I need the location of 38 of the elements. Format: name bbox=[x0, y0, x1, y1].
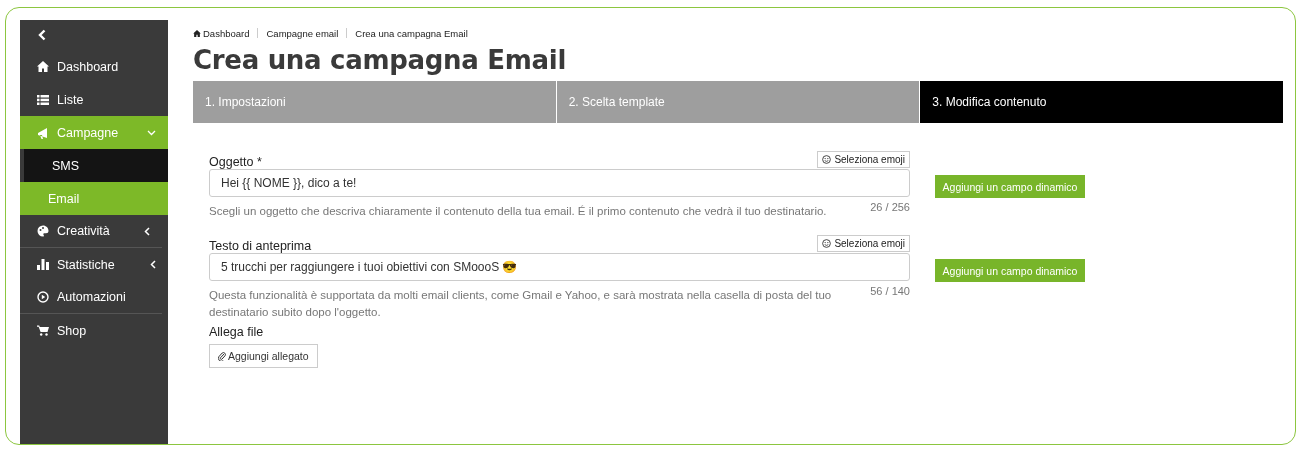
field-label: Allega file bbox=[209, 325, 265, 339]
palette-icon bbox=[37, 225, 49, 237]
list-icon bbox=[37, 94, 49, 105]
smiley-icon bbox=[822, 239, 832, 248]
breadcrumb-link[interactable]: Crea una campagna Email bbox=[355, 27, 468, 39]
megaphone-icon bbox=[37, 126, 49, 139]
page-title: Crea una campagna Email bbox=[193, 45, 567, 75]
input-field[interactable]: Hei {{ NOME }}, dico a te! bbox=[209, 169, 910, 197]
character-counter: 56 / 140 bbox=[870, 285, 910, 297]
sidebar-item[interactable]: Dashboard bbox=[20, 50, 168, 83]
cart-icon bbox=[37, 325, 49, 336]
add-attachment-button[interactable]: Aggiungi allegato bbox=[209, 344, 318, 368]
bar-chart-icon bbox=[37, 259, 49, 270]
play-circle-icon bbox=[37, 291, 49, 303]
field-label: Oggetto * bbox=[209, 155, 262, 169]
sidebar-item[interactable]: Liste bbox=[20, 83, 168, 116]
caret-left-icon bbox=[150, 260, 156, 269]
wizard-step-tab[interactable]: 3. Modifica contenuto bbox=[920, 81, 1283, 123]
character-counter: 26 / 256 bbox=[870, 201, 910, 213]
home-icon bbox=[193, 29, 201, 37]
breadcrumb-link[interactable]: Dashboard bbox=[193, 27, 250, 39]
sidebar-item[interactable]: Statistiche bbox=[20, 248, 168, 281]
field-label: Testo di anteprima bbox=[209, 239, 312, 253]
breadcrumb-link[interactable]: Campagne email bbox=[266, 27, 339, 39]
select-emoji-button[interactable]: Seleziona emoji bbox=[817, 235, 910, 252]
help-text: Scegli un oggetto che descriva chiaramente il contenuto della tua email. É il primo contenuto che vedrà il tuo destinatario. bbox=[209, 204, 828, 219]
paperclip-icon bbox=[218, 351, 226, 361]
caret-down-icon bbox=[147, 129, 156, 136]
help-text: Questa funzionalità è supportata da molti email clients, come Gmail e Yahoo, e sarà mostrata nella casella di posta del tuo destinatario subito dopo l'oggetto. bbox=[209, 288, 833, 320]
smiley-icon bbox=[822, 155, 832, 164]
home-icon bbox=[37, 61, 49, 72]
sidebar-subitem[interactable]: SMS bbox=[24, 149, 168, 182]
input-field[interactable]: 5 trucchi per raggiungere i tuoi obiettivi con SMoooS 😎 bbox=[209, 253, 910, 281]
select-emoji-button[interactable]: Seleziona emoji bbox=[817, 151, 910, 168]
sidebar-item[interactable]: Automazioni bbox=[20, 281, 162, 314]
sidebar-item[interactable]: Shop bbox=[20, 314, 168, 347]
sidebar-item[interactable]: Creatività bbox=[20, 215, 162, 248]
caret-left-icon bbox=[144, 226, 150, 236]
